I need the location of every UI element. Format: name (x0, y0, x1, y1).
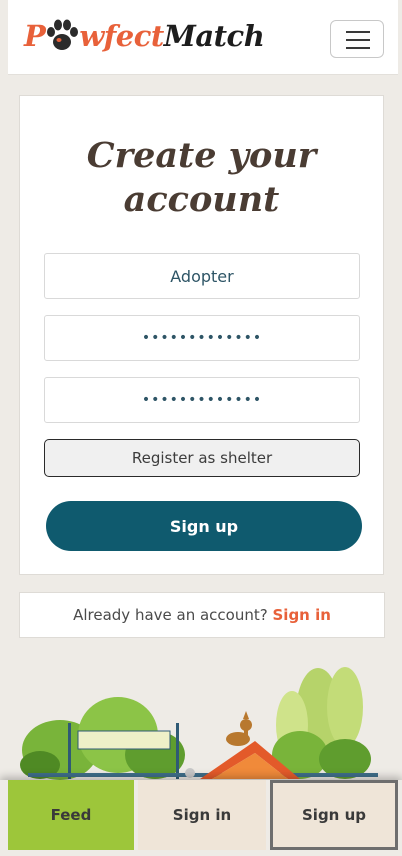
register-shelter-button[interactable]: Register as shelter (44, 439, 360, 477)
menu-button[interactable] (330, 20, 384, 58)
signin-prompt-text: Already have an account? (73, 606, 268, 624)
role-field[interactable] (44, 253, 360, 299)
tab-feed-label: Feed (50, 806, 92, 824)
tab-feed[interactable]: Feed (8, 780, 134, 850)
tab-signin-label: Sign in (172, 806, 232, 824)
logo[interactable]: P wfect Match (24, 14, 265, 58)
park-illustration (20, 667, 378, 780)
logo-text-match: Match (163, 19, 265, 53)
signup-button[interactable]: Sign up (46, 501, 362, 551)
tab-signin[interactable]: Sign in (138, 780, 266, 850)
confirm-password-field[interactable] (44, 377, 360, 423)
app-header: P wfect Match (8, 0, 398, 75)
logo-text-wfect: wfect (79, 19, 164, 53)
bottom-nav: Feed Sign in Sign up (0, 780, 402, 856)
title-line-2: account (123, 179, 280, 220)
signup-card: Create your account Register as shelter … (19, 95, 384, 575)
logo-letter-p: P (24, 19, 46, 53)
signin-link[interactable]: Sign in (273, 606, 331, 624)
tab-signup-label: Sign up (302, 806, 366, 824)
title-line-1: Create your (86, 135, 317, 176)
paw-icon (47, 19, 79, 50)
tab-signup[interactable]: Sign up (270, 780, 398, 850)
signin-prompt: Already have an account? Sign in (19, 592, 385, 638)
password-field[interactable] (44, 315, 360, 361)
page-title: Create your account (20, 134, 383, 222)
